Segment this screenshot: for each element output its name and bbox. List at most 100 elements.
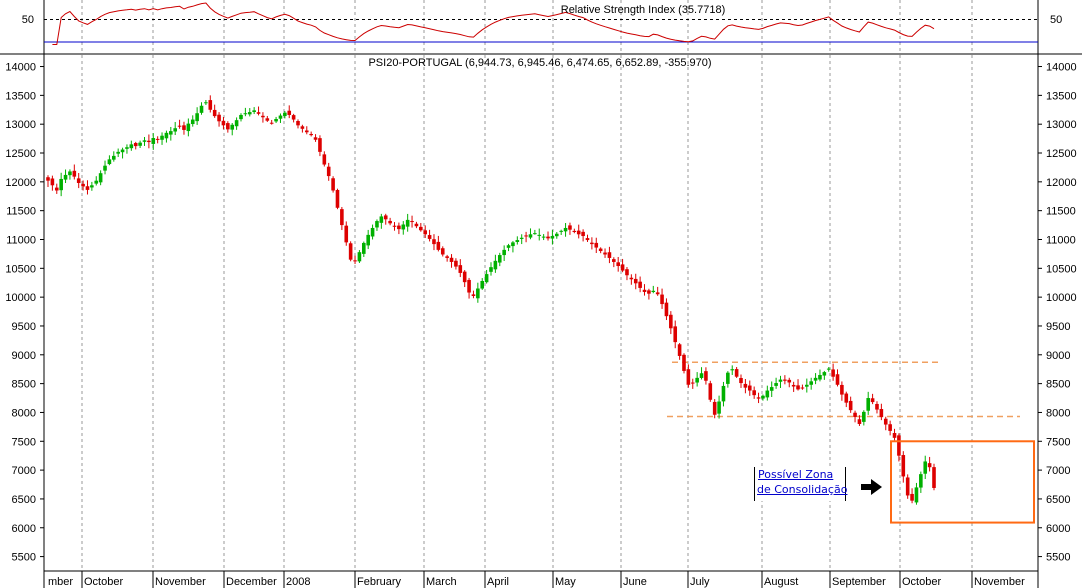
y-tick-label-right: 11500: [1046, 206, 1076, 218]
y-tick-label-left: 7500: [12, 436, 36, 448]
candle-up: [59, 178, 63, 191]
candle-up: [826, 368, 831, 370]
y-tick-label-right: 7000: [1046, 465, 1070, 477]
candle-up: [173, 128, 177, 132]
x-tick-label: November: [155, 576, 206, 588]
stock-chart: Relative Strength Index (35.7718) 50 50 …: [0, 0, 1082, 588]
candle-down: [353, 260, 357, 262]
candle-down: [888, 424, 892, 431]
candle-down: [414, 223, 419, 227]
candle-up: [125, 147, 129, 149]
x-tick-label: April: [487, 576, 509, 588]
candle-up: [274, 118, 278, 122]
candle-down: [322, 154, 327, 165]
candle-up: [357, 252, 362, 262]
candle-down: [388, 220, 392, 224]
candle-down: [669, 314, 673, 329]
candle-up: [98, 173, 103, 183]
y-tick-label-right: 9000: [1046, 350, 1070, 362]
x-tick-label: December: [226, 576, 277, 588]
candle-down: [612, 259, 616, 262]
candle-up: [111, 155, 116, 160]
candle-down: [269, 122, 274, 124]
y-tick-label-right: 13500: [1046, 90, 1077, 102]
y-tick-label-left: 12500: [5, 148, 36, 160]
candle-up: [186, 123, 191, 132]
candle-up: [533, 233, 537, 235]
candle-up: [717, 401, 721, 414]
candle-up: [375, 221, 379, 228]
candle-up: [138, 142, 142, 146]
candle-down: [326, 166, 331, 177]
x-tick-label: mber: [48, 576, 73, 588]
y-tick-label-left: 8000: [12, 407, 36, 419]
candle-down: [682, 354, 686, 371]
candle-down: [76, 178, 81, 183]
candle-down: [638, 281, 642, 288]
candle-up: [243, 113, 248, 115]
candle-down: [783, 379, 787, 381]
candle-down: [462, 271, 467, 283]
x-tick-label: August: [764, 576, 798, 588]
candle-up: [476, 288, 480, 299]
candle-up: [103, 165, 107, 171]
candle-down: [313, 137, 318, 140]
candle-down: [677, 344, 682, 356]
x-tick-label: May: [555, 576, 576, 588]
candle-up: [234, 120, 239, 127]
candle-down: [787, 379, 792, 383]
y-tick-label-right: 12000: [1046, 177, 1077, 189]
candle-up: [554, 233, 559, 237]
candle-up: [866, 398, 871, 411]
y-tick-label-left: 8500: [12, 379, 36, 391]
candle-up: [862, 411, 866, 422]
candle-up: [769, 387, 774, 391]
candle-down: [256, 112, 261, 114]
candle-up: [107, 159, 112, 165]
candle-up: [370, 227, 375, 237]
candle-down: [594, 242, 599, 248]
candle-down: [879, 408, 884, 418]
candle-up: [699, 373, 704, 378]
y-tick-label-left: 9500: [12, 321, 36, 333]
candle-up: [511, 242, 515, 247]
candle-up: [204, 102, 208, 104]
candle-up: [805, 384, 809, 387]
candle-up: [199, 105, 204, 113]
y-tick-label-left: 10500: [5, 263, 36, 275]
candle-up: [195, 113, 199, 122]
x-tick-label: 2008: [286, 576, 310, 588]
candle-down: [910, 493, 914, 501]
candle-down: [318, 138, 322, 152]
candle-down: [901, 455, 906, 477]
candle-down: [840, 384, 844, 395]
candle-down: [383, 215, 388, 220]
candle-up: [160, 135, 164, 140]
candle-down: [410, 221, 414, 223]
candle-down: [857, 419, 862, 424]
candle-down: [348, 243, 353, 260]
annotation-line-1: Possível Zona: [758, 468, 834, 481]
y-tick-label-right: 8000: [1046, 407, 1070, 419]
candle-down: [226, 123, 230, 130]
candle-down: [892, 433, 897, 438]
candle-down: [397, 225, 401, 230]
candle-up: [116, 151, 120, 154]
x-tick-label: October: [902, 576, 941, 588]
candle-down: [848, 400, 853, 411]
candle-down: [844, 393, 849, 403]
candle-down: [712, 401, 717, 415]
candle-down: [265, 118, 270, 121]
candle-down: [568, 225, 572, 230]
candle-up: [401, 224, 406, 230]
candle-down: [831, 369, 835, 377]
y-tick-label-right: 8500: [1046, 379, 1070, 391]
candle-down: [182, 125, 186, 130]
candle-down: [423, 230, 428, 235]
candle-down: [607, 252, 612, 258]
x-tick-label: June: [623, 576, 647, 588]
candle-up: [541, 236, 546, 238]
y-tick-label-right: 6500: [1046, 494, 1070, 506]
candle-up: [813, 377, 818, 381]
candle-down: [642, 289, 647, 292]
